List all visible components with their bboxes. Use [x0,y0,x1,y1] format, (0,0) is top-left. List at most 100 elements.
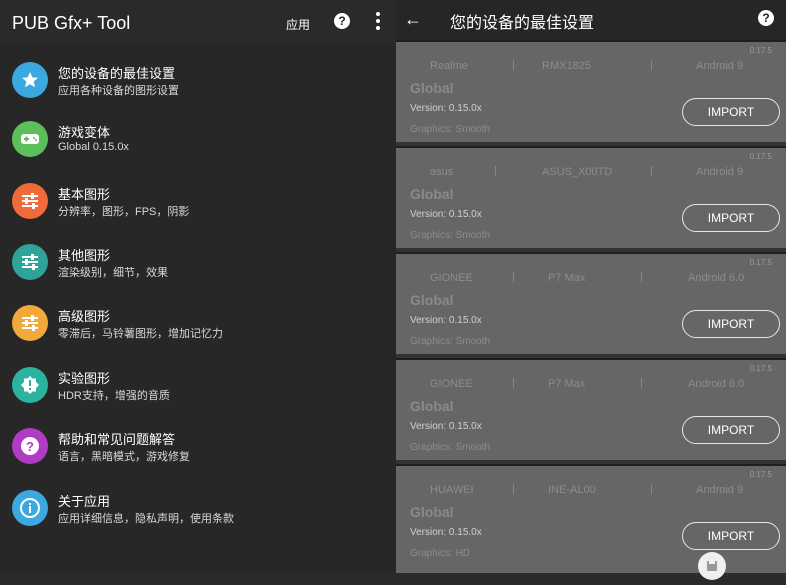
device-brand: HUAWEI [430,484,474,496]
settings-drawer: PUB Gfx+ Tool 应用 ? 您的设备的最佳设置 应用各种设备的图形设置… [0,0,396,573]
import-button[interactable]: IMPORT [682,310,780,338]
more-options-icon[interactable] [374,12,382,32]
menu-subtitle: 语言，黑暗模式，游戏修复 [58,451,190,463]
separator: | [512,377,515,389]
best-settings-screen: ← 您的设备的最佳设置 ? 0.17.5 Realme | RMX1825 | … [396,0,786,573]
app-version: 0.17.5 [749,46,772,55]
preset-card: 0.17.5 GIONEE | P7 Max | Android 6.0 Glo… [396,254,786,354]
device-brand: GIONEE [430,272,473,284]
menu-item-best-settings[interactable]: 您的设备的最佳设置 应用各种设备的图形设置 [0,54,396,106]
import-button[interactable]: IMPORT [682,204,780,232]
menu-title: 高级图形 [58,309,111,324]
android-version: Android 9 [696,166,744,178]
game-variant: Global [410,292,454,308]
device-model: P7 Max [548,272,586,284]
menu-title: 游戏变体 [58,125,111,140]
device-brand: asus [430,166,454,178]
menu-subtitle: 应用详细信息，隐私声明，使用条款 [58,513,234,525]
graphics-setting: Graphics: Smooth [410,230,491,241]
menu-title: 基本图形 [58,187,111,202]
menu-item-other-graphics[interactable]: 其他图形 渲染级别，细节，效果 [0,236,396,288]
menu-title: 其他图形 [58,248,111,263]
graphics-setting: Graphics: HD [410,548,471,559]
help-icon[interactable]: ? [334,13,350,29]
menu-item-advanced-graphics[interactable]: 高级图形 零滞后，马铃薯图形，增加记忆力 [0,297,396,349]
sliders-icon [12,183,48,219]
divider [396,142,786,146]
separator: | [650,59,653,71]
menu-title: 帮助和常见问题解答 [58,432,176,447]
game-version: Version: 0.15.0x [410,209,482,220]
alert-icon [12,367,48,403]
divider [396,354,786,358]
preset-card: 0.17.5 Realme | RMX1825 | Android 9 Glob… [396,42,786,142]
game-version: Version: 0.15.0x [410,315,482,326]
graphics-setting: Graphics: Smooth [410,124,491,135]
android-version: Android 6.0 [688,272,745,284]
menu-item-game-variant[interactable]: 游戏变体 Global 0.15.0x [0,113,396,165]
help-icon[interactable]: ? [758,10,774,26]
arrow-left-icon[interactable]: ← [404,9,422,30]
menu-item-about[interactable]: 关于应用 应用详细信息，隐私声明，使用条款 [0,482,396,534]
import-button[interactable]: IMPORT [682,416,780,444]
menu-item-help-faq[interactable]: ? 帮助和常见问题解答 语言，黑暗模式，游戏修复 [0,420,396,472]
android-version: Android 9 [696,484,744,496]
app-version: 0.17.5 [749,152,772,161]
menu-subtitle: HDR支持，增强的音质 [58,390,170,402]
preset-card: 0.17.5 GIONEE | P7 Max | Android 6.0 Glo… [396,360,786,460]
screen-toolbar: ← 您的设备的最佳设置 ? [396,0,786,40]
apply-button[interactable]: 应用 [286,16,310,33]
device-brand: GIONEE [430,378,473,390]
app-version: 0.17.5 [749,470,772,479]
menu-item-basic-graphics[interactable]: 基本图形 分辨率，图形，FPS，阴影 [0,175,396,227]
menu-title: 关于应用 [58,494,111,509]
menu-subtitle: 分辨率，图形，FPS，阴影 [58,206,190,218]
android-version: Android 6.0 [688,378,745,390]
menu-title: 实验图形 [58,371,111,386]
import-button[interactable]: IMPORT [682,98,780,126]
separator: | [650,165,653,177]
menu-title: 您的设备的最佳设置 [58,66,176,81]
separator: | [512,483,515,495]
game-variant: Global [410,504,454,520]
screen-title: 您的设备的最佳设置 [450,15,595,32]
save-fab[interactable] [698,552,726,580]
info-icon [12,490,48,526]
separator: | [512,59,515,71]
game-version: Version: 0.15.0x [410,527,482,538]
divider [396,460,786,464]
app-version: 0.17.5 [749,258,772,267]
device-model: INE-AL00 [548,484,596,496]
game-variant: Global [410,398,454,414]
game-version: Version: 0.15.0x [410,103,482,114]
menu-item-experimental-graphics[interactable]: 实验图形 HDR支持，增强的音质 [0,359,396,411]
menu-subtitle: 渲染级别，细节，效果 [58,267,168,279]
sliders-icon [12,244,48,280]
save-icon [707,561,717,571]
separator: | [650,483,653,495]
device-model: RMX1825 [542,60,591,72]
game-version: Version: 0.15.0x [410,421,482,432]
device-brand: Realme [430,60,468,72]
drawer-toolbar: PUB Gfx+ Tool 应用 ? [0,0,396,44]
star-icon [12,62,48,98]
import-button[interactable]: IMPORT [682,522,780,550]
preset-card: 0.17.5 HUAWEI | INE-AL00 | Android 9 Glo… [396,466,786,573]
separator: | [512,271,515,283]
sliders-icon [12,305,48,341]
android-version: Android 9 [696,60,744,72]
menu-subtitle: 应用各种设备的图形设置 [58,85,179,97]
svg-text:?: ? [26,439,34,454]
graphics-setting: Graphics: Smooth [410,336,491,347]
game-variant: Global [410,80,454,96]
help-icon: ? [12,428,48,464]
separator: | [640,377,643,389]
menu-subtitle: Global 0.15.0x [58,141,129,153]
divider [396,248,786,252]
separator: | [640,271,643,283]
graphics-setting: Graphics: Smooth [410,442,491,453]
device-model: P7 Max [548,378,586,390]
game-variant: Global [410,186,454,202]
app-version: 0.17.5 [749,364,772,373]
preset-card: 0.17.5 asus | ASUS_X00TD | Android 9 Glo… [396,148,786,248]
